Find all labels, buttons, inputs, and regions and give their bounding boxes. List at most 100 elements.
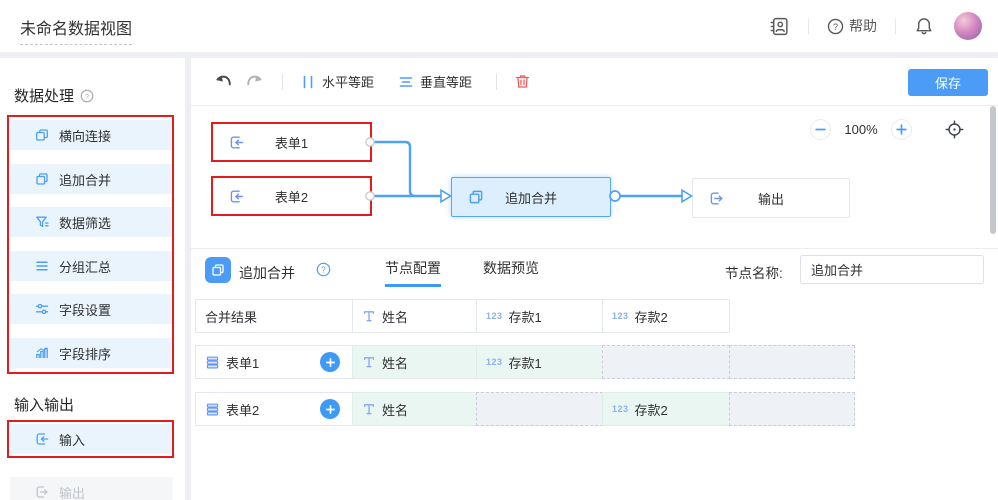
sidebar-item-append-merge[interactable]: 追加合并 xyxy=(10,164,173,194)
sidebar-item-label: 输出 xyxy=(59,483,85,500)
undo-button[interactable] xyxy=(213,72,232,91)
form-icon xyxy=(205,402,220,417)
node-form1[interactable]: 表单1 xyxy=(211,122,372,162)
delete-node-button[interactable] xyxy=(514,73,531,90)
cell-label: 存款2 xyxy=(635,400,668,419)
cell-label: 存款1 xyxy=(509,353,542,372)
annotation-box-data-processing xyxy=(7,115,174,374)
sidebar-item-input[interactable]: 输入 xyxy=(10,424,173,454)
row1-deposit1-cell[interactable]: 123 存款1 xyxy=(476,345,603,379)
toolbar-divider xyxy=(282,74,283,90)
topbar-divider xyxy=(895,18,896,34)
section-input-output: 输入输出 xyxy=(14,394,74,415)
node-label: 表单1 xyxy=(213,133,370,152)
input-icon xyxy=(34,431,50,447)
redo-button[interactable] xyxy=(246,72,265,91)
zoom-in-button[interactable] xyxy=(891,119,912,140)
row-source-label: 表单1 xyxy=(226,353,259,372)
node-config-panel: 追加合并 ? 节点配置 数据预览 节点名称: 合并结果 姓名 123 存款1 xyxy=(191,248,998,500)
node-name-input[interactable] xyxy=(800,255,984,284)
node-form2[interactable]: 表单2 xyxy=(211,176,372,216)
append-merge-node-icon xyxy=(205,257,231,283)
panel-node-title: 追加合并 xyxy=(239,263,295,283)
help-button[interactable]: ? 帮助 xyxy=(827,16,877,36)
tab-data-preview[interactable]: 数据预览 xyxy=(483,249,539,287)
sidebar-item-label: 分组汇总 xyxy=(59,257,111,276)
user-avatar[interactable] xyxy=(954,12,982,40)
sidebar-item-label: 横向连接 xyxy=(59,126,111,145)
header-cell-merge-result: 合并结果 xyxy=(195,299,353,333)
sidebar-item-label: 追加合并 xyxy=(59,170,111,189)
vertical-spacing-icon xyxy=(398,74,414,90)
sidebar-item-group-summary[interactable]: 分组汇总 xyxy=(10,251,173,281)
sidebar-item-output: 输出 xyxy=(10,477,173,500)
horizontal-join-icon xyxy=(34,127,50,143)
panel-help-icon[interactable]: ? xyxy=(316,262,331,277)
row2-name-cell[interactable]: 姓名 xyxy=(352,392,477,426)
sidebar-item-label: 字段排序 xyxy=(59,344,111,363)
section-data-processing: 数据处理 ? xyxy=(14,85,94,106)
number-type-icon: 123 xyxy=(612,404,629,414)
section-title-label: 数据处理 xyxy=(14,85,74,106)
add-field-button[interactable] xyxy=(320,352,340,372)
field-settings-icon xyxy=(34,301,50,317)
filter-icon xyxy=(34,214,50,230)
zoom-out-button[interactable] xyxy=(810,119,831,140)
locate-center-icon[interactable] xyxy=(945,120,964,139)
top-bar: 未命名数据视图 ? 帮助 xyxy=(0,0,998,52)
vertical-spacing-button[interactable]: 垂直等距 xyxy=(398,72,472,91)
notification-bell-icon[interactable] xyxy=(914,16,934,36)
node-append-merge[interactable]: 追加合并 xyxy=(451,177,611,217)
row2-deposit2-cell[interactable]: 123 存款2 xyxy=(602,392,730,426)
row2-empty-cell[interactable] xyxy=(729,392,855,426)
header-label: 姓名 xyxy=(382,307,408,326)
save-button[interactable]: 保存 xyxy=(908,69,988,96)
svg-text:?: ? xyxy=(321,266,326,275)
number-type-icon: 123 xyxy=(486,311,503,321)
main-panel: 水平等距 垂直等距 保存 xyxy=(191,58,998,500)
row1-source-cell[interactable]: 表单1 xyxy=(195,345,353,379)
add-field-button[interactable] xyxy=(320,399,340,419)
section-help-icon[interactable]: ? xyxy=(80,89,94,103)
toolbar-divider xyxy=(496,74,497,90)
header-cell-deposit1: 123 存款1 xyxy=(476,299,603,333)
row2-empty-cell[interactable] xyxy=(476,392,603,426)
text-type-icon xyxy=(362,402,376,416)
sidebar-item-label: 字段设置 xyxy=(59,300,111,319)
cell-label: 姓名 xyxy=(382,400,408,419)
sidebar-item-data-filter[interactable]: 数据筛选 xyxy=(10,207,173,237)
row2-source-cell[interactable]: 表单2 xyxy=(195,392,353,426)
horizontal-spacing-label: 水平等距 xyxy=(322,72,374,91)
text-type-icon xyxy=(362,309,376,323)
header-cell-name: 姓名 xyxy=(352,299,477,333)
header-label: 合并结果 xyxy=(205,307,257,326)
output-icon xyxy=(34,484,50,500)
node-name-label: 节点名称: xyxy=(725,262,783,282)
header-cell-deposit2: 123 存款2 xyxy=(602,299,730,333)
sidebar-item-label: 数据筛选 xyxy=(59,213,111,232)
canvas-toolbar: 水平等距 垂直等距 保存 xyxy=(191,58,998,106)
row1-empty-cell[interactable] xyxy=(602,345,730,379)
header-label: 存款2 xyxy=(635,307,668,326)
node-output[interactable]: 输出 xyxy=(692,178,850,218)
svg-text:?: ? xyxy=(833,22,838,32)
sidebar-item-label: 输入 xyxy=(59,430,85,449)
row1-empty-cell[interactable] xyxy=(729,345,855,379)
contacts-icon[interactable] xyxy=(769,16,790,37)
field-sort-icon xyxy=(34,345,50,361)
page-title[interactable]: 未命名数据视图 xyxy=(20,15,132,45)
sidebar-item-horizontal-join[interactable]: 横向连接 xyxy=(10,120,173,150)
tab-node-config[interactable]: 节点配置 xyxy=(385,249,441,287)
zoom-level: 100% xyxy=(831,122,891,137)
svg-text:?: ? xyxy=(85,91,89,100)
vertical-scrollbar[interactable] xyxy=(990,106,996,234)
horizontal-spacing-icon xyxy=(300,74,316,90)
topbar-divider xyxy=(808,18,809,34)
sidebar-item-field-sort[interactable]: 字段排序 xyxy=(10,338,173,368)
horizontal-spacing-button[interactable]: 水平等距 xyxy=(300,72,374,91)
node-label: 表单2 xyxy=(213,187,370,206)
sidebar-item-field-settings[interactable]: 字段设置 xyxy=(10,294,173,324)
sidebar: 数据处理 ? 横向连接 追加合并 xyxy=(0,58,185,500)
group-summary-icon xyxy=(34,258,50,274)
row1-name-cell[interactable]: 姓名 xyxy=(352,345,477,379)
